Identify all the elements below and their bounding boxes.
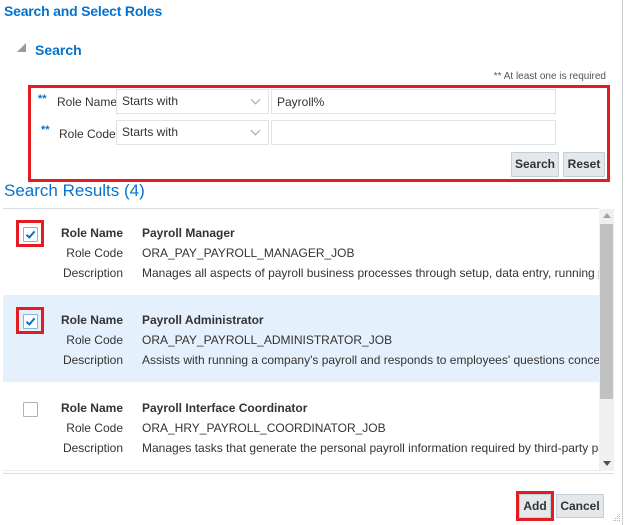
cancel-button[interactable]: Cancel [556,494,604,518]
search-results-title: Search Results (4) [4,181,145,200]
reset-button[interactable]: Reset [563,152,605,177]
role-code-field-label: Role Code [66,421,123,435]
role-code-label: Role Code [59,127,116,141]
description-field-label: Description [62,441,123,455]
dialog-title: Search and Select Roles [4,3,163,19]
search-button[interactable]: Search [511,152,559,177]
add-button-highlight [516,491,554,521]
role-code-field-label: Role Code [66,246,123,260]
role-name-value: Payroll Manager [142,226,235,240]
role-code-input[interactable] [271,120,556,145]
role-name-value: Payroll Administrator [142,313,264,327]
role-name-operator-value: Starts with [122,94,179,108]
role-name-value: Payroll Interface Coordinator [142,401,308,415]
resize-grip-icon[interactable] [611,512,621,522]
role-name-field-label: Role Name [60,226,123,240]
required-marker: ** [41,124,50,136]
role-code-value: ORA_HRY_PAYROLL_COORDINATOR_JOB [142,421,386,435]
role-code-field-label: Role Code [66,333,123,347]
role-code-value: ORA_PAY_PAYROLL_MANAGER_JOB [142,246,355,260]
dialog-edge [622,0,623,525]
description-value: Manages tasks that generate the personal… [142,441,599,455]
role-code-value: ORA_PAY_PAYROLL_ADMINISTRATOR_JOB [142,333,393,347]
required-marker: ** [38,93,47,105]
results-divider [3,473,614,474]
scrollbar-thumb[interactable] [600,224,613,399]
role-name-operator-select[interactable]: Starts with [116,89,269,114]
search-section-header[interactable]: Search [35,42,82,58]
required-note: ** At least one is required [493,71,606,82]
results-divider [3,470,600,471]
collapse-triangle-icon[interactable] [17,43,26,52]
description-value: Manages all aspects of payroll business … [142,266,599,280]
role-name-label: Role Name [57,95,118,109]
chevron-down-icon [250,125,261,136]
role-code-operator-value: Starts with [122,125,179,139]
description-field-label: Description [62,266,123,280]
scroll-up-arrow-icon[interactable] [603,213,611,218]
chevron-down-icon [250,94,261,105]
description-value: Assists with running a company's payroll… [142,353,599,367]
description-field-label: Description [62,353,123,367]
role-code-operator-select[interactable]: Starts with [116,120,269,145]
role-name-input[interactable]: Payroll% [271,89,556,114]
scroll-down-arrow-icon[interactable] [603,461,611,466]
role-name-field-label: Role Name [60,401,123,415]
role-name-field-label: Role Name [60,313,123,327]
